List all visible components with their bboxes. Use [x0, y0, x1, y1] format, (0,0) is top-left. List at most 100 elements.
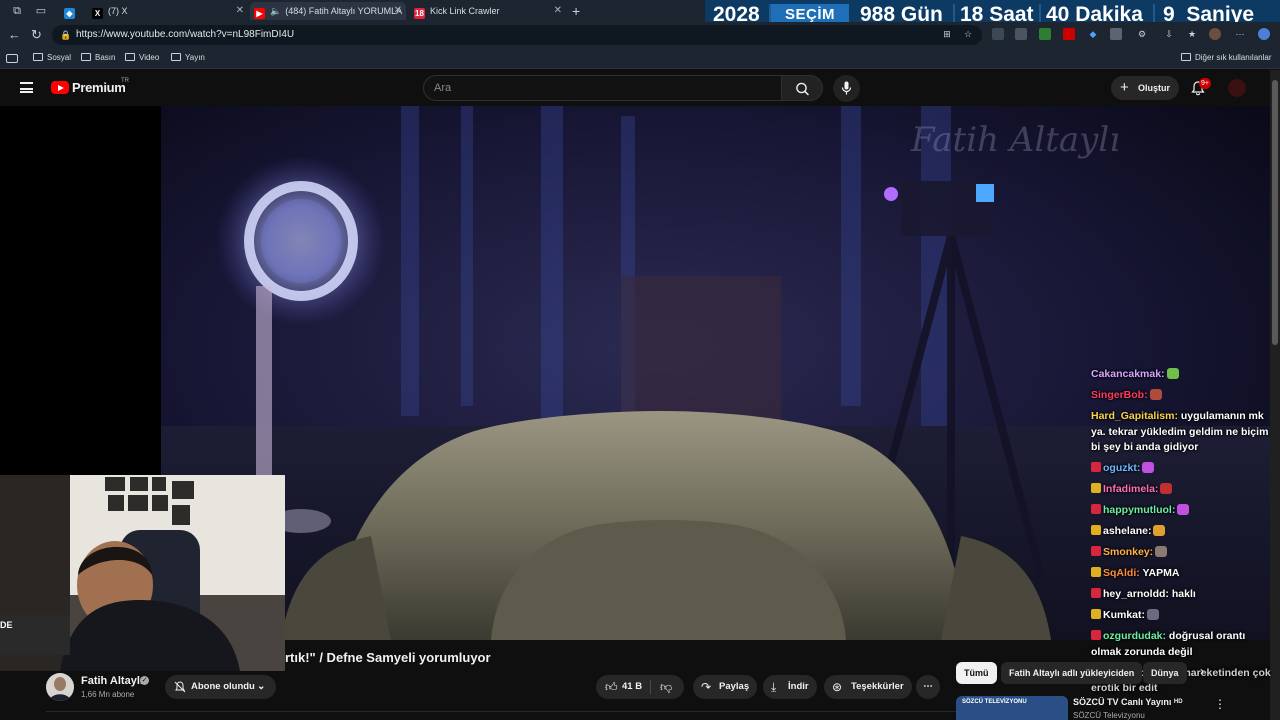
chat-username[interactable]: Cakancakmak: [1091, 368, 1165, 380]
youtube-logo-icon[interactable] [51, 81, 69, 94]
bookmark-folder-video[interactable]: Video [125, 52, 159, 64]
chat-username[interactable]: ashelane: [1103, 525, 1151, 537]
more-vertical-icon[interactable]: ⋮ [1214, 697, 1226, 711]
chevron-right-icon[interactable]: › [1200, 664, 1204, 678]
suggested-video-thumbnail[interactable]: SÖZCÜ TELEVİZYONU [956, 696, 1068, 720]
subscribed-button[interactable]: Abone olundu ⌄ [165, 675, 276, 699]
more-actions-button[interactable]: ⋯ [916, 675, 940, 699]
address-bar-row: ← ↻ 🔒 https://www.youtube.com/watch?v=nL… [0, 22, 1280, 48]
search-box [423, 75, 781, 101]
chip-from-uploader[interactable]: Fatih Altaylı adlı yükleyiciden [1001, 662, 1143, 684]
dislike-icon[interactable]: 👎︎ [660, 675, 672, 699]
menu-icon[interactable] [20, 82, 33, 93]
more-options-icon[interactable]: ⋯ [1234, 28, 1246, 40]
extension-icon[interactable] [992, 28, 1004, 40]
collections-icon[interactable]: ★ [1186, 28, 1198, 40]
tab-title: (484) Fatih Altaylı YORUMLA [285, 6, 403, 16]
share-button[interactable]: ↷ Paylaş [693, 675, 757, 699]
voice-search-button[interactable] [833, 75, 860, 102]
chat-username[interactable]: ozgurdudak: [1103, 630, 1166, 642]
extension-icon[interactable] [1110, 28, 1122, 40]
search-button[interactable] [781, 75, 823, 101]
chat-username[interactable]: happymutluol: [1103, 504, 1175, 516]
favorite-star-icon[interactable]: ☆ [962, 28, 974, 40]
folder-icon [81, 53, 91, 61]
extensions-icon[interactable]: ⚙ [1136, 28, 1148, 40]
chat-badge-icon [1091, 525, 1101, 535]
tab-kick-link-crawler[interactable]: 18 Kick Link Crawler ✕ [410, 2, 566, 20]
chat-username[interactable]: SqAldi: [1103, 567, 1140, 579]
close-icon[interactable]: ✕ [236, 2, 244, 20]
lock-icon: 🔒 [60, 30, 72, 40]
close-icon[interactable]: ✕ [394, 2, 402, 20]
speaker-icon[interactable]: 🔈 [270, 6, 281, 16]
extension-icon[interactable] [1063, 28, 1075, 40]
bookmark-folder-basin[interactable]: Basın [81, 52, 115, 64]
chip-world[interactable]: Dünya [1143, 662, 1187, 684]
create-button[interactable]: + Oluştur [1111, 76, 1179, 100]
chat-username[interactable]: Smonkey: [1103, 546, 1153, 558]
back-icon[interactable]: ← [8, 27, 21, 43]
thanks-button[interactable]: ⊛ Teşekkürler [824, 675, 912, 699]
suggested-video-title[interactable]: SÖZCÜ TV Canlı Yayını HD [1073, 697, 1183, 707]
share-icon: ↷ [701, 680, 712, 694]
partial-text: DE [0, 620, 13, 630]
chat-username[interactable]: SingerBob: [1091, 389, 1148, 401]
tab-actions-icon[interactable]: ▭ [34, 4, 48, 18]
chat-badge-icon [1091, 462, 1101, 472]
streamer-webcam-image: DE [0, 475, 285, 671]
chat-username[interactable]: oguzkt: [1103, 462, 1140, 474]
premium-wordmark[interactable]: Premium [72, 80, 126, 95]
tab-x[interactable]: X (7) X ✕ [88, 2, 248, 20]
more-horizontal-icon: ⋯ [923, 681, 933, 692]
scrollbar-thumb[interactable] [1272, 80, 1278, 345]
tab-title: (7) X [108, 6, 128, 16]
search-input[interactable] [434, 80, 764, 96]
chat-text: haklı [1168, 588, 1196, 600]
video-title: rtık!" / Defne Samyeli yorumluyor [285, 650, 491, 665]
url-bar[interactable]: 🔒 https://www.youtube.com/watch?v=nL98Fi… [52, 25, 982, 45]
chat-badge-icon [1091, 609, 1101, 619]
tab-pinned[interactable]: ◆ [60, 2, 84, 20]
chat-badge-icon [1091, 504, 1101, 514]
new-tab-icon[interactable]: + [572, 2, 580, 20]
extension-icon[interactable] [1015, 28, 1027, 40]
other-bookmarks[interactable]: Diğer sık kullanılanlar [1181, 52, 1271, 64]
copilot-icon[interactable] [1258, 28, 1270, 40]
chat-username[interactable]: hey_arnoldd: [1103, 588, 1169, 600]
chat-emote-icon [1149, 389, 1162, 400]
notification-badge: 9+ [1199, 78, 1211, 89]
extension-icon[interactable]: ◆ [1087, 28, 1099, 40]
chip-all[interactable]: Tümü [956, 662, 997, 684]
reading-list-icon[interactable] [6, 54, 18, 63]
workspaces-icon[interactable]: ⧉ [10, 4, 24, 18]
chat-emote-icon [1160, 483, 1173, 494]
extension-icon[interactable] [1039, 28, 1051, 40]
channel-avatar[interactable] [46, 673, 74, 701]
close-icon[interactable]: ✕ [554, 2, 562, 20]
refresh-icon[interactable]: ↻ [31, 27, 42, 43]
bookmark-folder-yayin[interactable]: Yayın [171, 52, 205, 64]
profile-avatar[interactable] [1209, 28, 1221, 40]
download-button[interactable]: ⤓ İndir [763, 675, 817, 699]
chat-username[interactable]: Infadimela: [1103, 483, 1158, 495]
chat-message: Cakancakmak: [1091, 367, 1273, 383]
bookmark-label: Diğer sık kullanılanlar [1195, 53, 1272, 62]
account-avatar[interactable] [1228, 79, 1246, 97]
chat-username[interactable]: Hard_Gapitalism: [1091, 410, 1178, 422]
x-logo-icon: X [92, 8, 103, 19]
tab-youtube[interactable]: ▶ 🔈 (484) Fatih Altaylı YORUMLA ✕ [250, 2, 406, 20]
chat-username[interactable]: Kumkat: [1103, 609, 1145, 621]
bookmark-folder-sosyal[interactable]: Sosyal [33, 52, 71, 64]
chat-message: hey_arnoldd: haklı [1091, 587, 1273, 603]
bookmarks-bar: Sosyal Basın Video Yayın Diğer sık kulla… [0, 48, 1280, 69]
chat-message: happymutluol: [1091, 503, 1273, 519]
app-grid-icon[interactable]: ⊞ [941, 28, 953, 40]
downloads-icon[interactable]: ⇩ [1163, 28, 1175, 40]
url-text: https://www.youtube.com/watch?v=nL98FimD… [76, 29, 295, 40]
like-count[interactable]: 41 B [622, 675, 642, 699]
like-icon[interactable]: 👍︎ [605, 675, 618, 699]
channel-name[interactable]: Fatih Altaylı [81, 675, 143, 687]
folder-icon [1181, 53, 1191, 61]
chat-message: ozgurdudak: doğrusal orantı olmak zorund… [1091, 629, 1273, 660]
